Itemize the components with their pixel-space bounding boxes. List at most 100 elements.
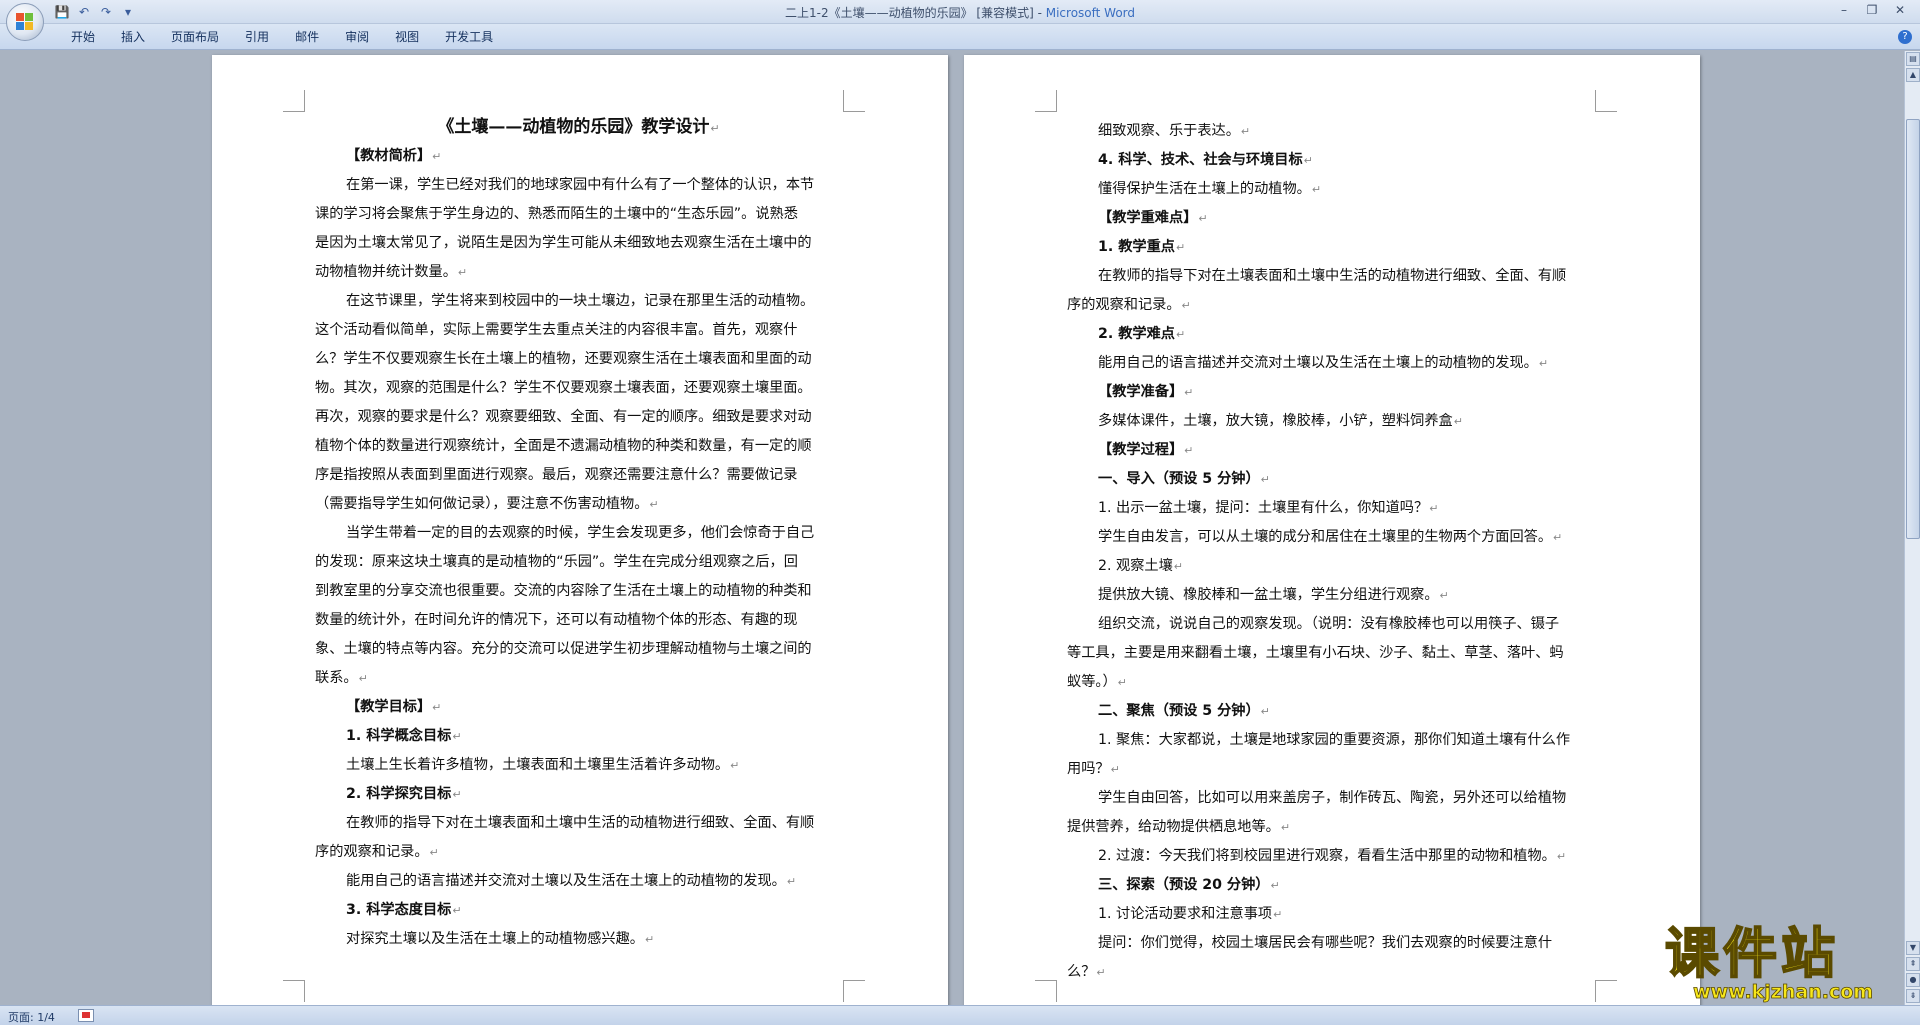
- text-line: 的发现：原来这块土壤真的是动植物的“乐园”。学生在完成分组观察之后，回: [315, 548, 842, 577]
- tab-review[interactable]: 审阅: [332, 29, 382, 45]
- text-line: 动物植物并统计数量。↵: [315, 258, 842, 287]
- line-text: 【教材简析】: [346, 148, 432, 164]
- select-browse-object-icon[interactable]: ●: [1906, 973, 1920, 987]
- paragraph-mark: ↵: [1173, 560, 1184, 573]
- line-text: 等工具，主要是用来翻看土壤，土壤里有小石块、沙子、黏土、草茎、落叶、蚂: [1067, 645, 1564, 661]
- line-text: 提供放大镜、橡胶棒和一盆土壤，学生分组进行观察。: [1098, 587, 1439, 603]
- app-name: Microsoft Word: [1045, 6, 1136, 20]
- text-line: 1. 聚焦：大家都说，土壤是地球家园的重要资源，那你们知道土壤有什么作: [1067, 726, 1594, 755]
- line-text: 3. 科学态度目标: [346, 902, 452, 918]
- text-line: 序的观察和记录。↵: [315, 838, 842, 867]
- ruler-toggle-icon[interactable]: ▤: [1906, 52, 1920, 66]
- paragraph-mark: ↵: [1453, 415, 1463, 428]
- text-line: 在教师的指导下对在土壤表面和土壤中生活的动植物进行细致、全面、有顺: [315, 809, 842, 838]
- line-text: 组织交流，说说自己的观察发现。（说明：没有橡胶棒也可以用筷子、镊子: [1098, 616, 1560, 632]
- tab-references[interactable]: 引用: [232, 29, 282, 45]
- tab-view[interactable]: 视图: [382, 29, 432, 45]
- text-line: 多媒体课件，土壤，放大镜，橡胶棒，小铲，塑料饲养盒↵: [1067, 407, 1594, 436]
- scroll-thumb[interactable]: [1906, 119, 1920, 539]
- paragraph-mark: ↵: [457, 266, 468, 279]
- paragraph-mark: ↵: [1429, 502, 1439, 515]
- text-line: 组织交流，说说自己的观察发现。（说明：没有橡胶棒也可以用筷子、镊子: [1067, 610, 1594, 639]
- line-text: 是因为土壤太常见了，说陌生是因为学生可能从未细致地去观察生活在土壤中的: [315, 235, 812, 251]
- tab-developer[interactable]: 开发工具: [432, 29, 506, 45]
- paragraph-mark: ↵: [1260, 705, 1270, 718]
- paragraph-mark: ↵: [649, 498, 659, 511]
- tab-insert[interactable]: 插入: [108, 29, 158, 45]
- paragraph-mark: ↵: [1096, 966, 1106, 979]
- ribbon-tabs: 开始 插入 页面布局 引用 邮件 审阅 视图 开发工具: [58, 29, 506, 45]
- tab-mailings[interactable]: 邮件: [282, 29, 332, 45]
- next-page-icon[interactable]: ⇟: [1906, 989, 1920, 1003]
- line-text: 当学生带着一定的目的去观察的时候，学生会发现更多，他们会惊奇于自己: [346, 525, 815, 541]
- line-text: 这个活动看似简单，实际上需要学生去重点关注的内容很丰富。首先，观察什: [315, 322, 798, 338]
- line-text: 一、导入（预设 5 分钟）: [1098, 471, 1260, 487]
- line-text: 蚁等。）: [1067, 674, 1117, 690]
- text-line: 二、聚焦（预设 5 分钟）↵: [1067, 697, 1594, 726]
- document-workspace: 《土壤——动植物的乐园》教学设计↵ 【教材简析】↵ 在第一课，学生已经对我们的地球…: [0, 51, 1904, 1005]
- line-text: 到教室里的分享交流也很重要。交流的内容除了生活在土壤上的动植物的种类和: [315, 583, 812, 599]
- vertical-scrollbar[interactable]: ▤ ▲ ▼ ⇞ ● ⇟: [1904, 51, 1920, 1005]
- line-text: 课的学习将会聚焦于学生身边的、熟悉而陌生的土壤中的“生态乐园”。说熟悉: [315, 206, 798, 222]
- tab-home[interactable]: 开始: [58, 29, 108, 45]
- line-text: 再次，观察的要求是什么？观察要细致、全面、有一定的顺序。细致是要求对动: [315, 409, 812, 425]
- document-heading: 《土壤——动植物的乐园》教学设计↵: [315, 112, 842, 142]
- paragraph-mark: ↵: [452, 730, 462, 743]
- help-icon[interactable]: ?: [1898, 30, 1912, 44]
- line-text: 在第一课，学生已经对我们的地球家园中有什么有了一个整体的认识，本节: [346, 177, 815, 193]
- paragraph-mark: ↵: [644, 933, 655, 946]
- maximize-icon[interactable]: ❐: [1858, 0, 1886, 20]
- proofing-icon[interactable]: [78, 1009, 94, 1022]
- line-text: 1. 教学重点: [1098, 239, 1175, 255]
- line-text: 2. 过渡：今天我们将到校园里进行观察，看看生活中那里的动物和植物。: [1098, 848, 1556, 864]
- text-line: 象、土壤的特点等内容。充分的交流可以促进学生初步理解动植物与土壤之间的: [315, 635, 842, 664]
- crop-mark: [283, 90, 305, 112]
- scroll-down-icon[interactable]: ▼: [1906, 941, 1920, 955]
- paragraph-mark: ↵: [1175, 241, 1186, 254]
- text-line: 【教学重难点】↵: [1067, 204, 1594, 233]
- paragraph-mark: ↵: [358, 672, 368, 685]
- paragraph-mark: ↵: [432, 701, 442, 714]
- line-text: 象、土壤的特点等内容。充分的交流可以促进学生初步理解动植物与土壤之间的: [315, 641, 812, 657]
- line-text: 提问：你们觉得，校园土壤居民会有哪些呢？我们去观察的时候要注意什: [1098, 935, 1553, 951]
- paragraph-mark: ↵: [452, 788, 462, 801]
- line-text: 序的观察和记录。: [315, 844, 429, 860]
- document-page-1[interactable]: 《土壤——动植物的乐园》教学设计↵ 【教材简析】↵ 在第一课，学生已经对我们的地球…: [212, 55, 948, 1005]
- crop-mark: [1035, 980, 1057, 1002]
- crop-mark: [1595, 980, 1617, 1002]
- document-page-2[interactable]: 细致观察、乐于表达。↵ 4. 科学、技术、社会与环境目标↵ 懂得保护生活在土壤上的动…: [964, 55, 1700, 1005]
- text-line: 2. 观察土壤↵: [1067, 552, 1594, 581]
- text-line: 序的观察和记录。↵: [1067, 291, 1594, 320]
- line-text: 三、探索（预设 20 分钟）: [1098, 877, 1270, 893]
- line-text: 数量的统计外，在时间允许的情况下，还可以有动植物个体的形态、有趣的现: [315, 612, 798, 628]
- paragraph-mark: ↵: [1184, 444, 1194, 457]
- scroll-up-icon[interactable]: ▲: [1906, 68, 1920, 82]
- paragraph-mark: ↵: [1280, 821, 1291, 834]
- line-text: 对探究土壤以及生活在土壤上的动植物感兴趣。: [346, 931, 644, 947]
- kjzhan-watermark-logo: 课件站 www.kjzhan.com: [1664, 924, 1905, 1004]
- office-button[interactable]: [6, 3, 44, 41]
- paragraph-mark: ↵: [710, 122, 720, 135]
- text-line: 课的学习将会聚焦于学生身边的、熟悉而陌生的土壤中的“生态乐园”。说熟悉: [315, 200, 842, 229]
- close-icon[interactable]: ✕: [1886, 0, 1914, 20]
- crop-mark: [843, 90, 865, 112]
- line-text: 1. 科学概念目标: [346, 728, 452, 744]
- text-line: 4. 科学、技术、社会与环境目标↵: [1067, 146, 1594, 175]
- page-number-status[interactable]: 页面: 1/4: [8, 1009, 55, 1025]
- line-text: 学生自由发言，可以从土壤的成分和居住在土壤里的生物两个方面回答。: [1098, 529, 1553, 545]
- line-text: 土壤上生长着许多植物，土壤表面和土壤里生活着许多动物。: [346, 757, 730, 773]
- paragraph-mark: ↵: [432, 150, 442, 163]
- text-line: 在教师的指导下对在土壤表面和土壤中生活的动植物进行细致、全面、有顺: [1067, 262, 1594, 291]
- text-line: 【教学准备】↵: [1067, 378, 1594, 407]
- paragraph-mark: ↵: [1184, 386, 1194, 399]
- text-line: 到教室里的分享交流也很重要。交流的内容除了生活在土壤上的动植物的种类和: [315, 577, 842, 606]
- line-text: 多媒体课件，土壤，放大镜，橡胶棒，小铲，塑料饲养盒: [1098, 413, 1453, 429]
- previous-page-icon[interactable]: ⇞: [1906, 957, 1920, 971]
- text-line: 3. 科学态度目标↵: [315, 896, 842, 925]
- minimize-icon[interactable]: –: [1830, 0, 1858, 20]
- tab-page-layout[interactable]: 页面布局: [158, 29, 232, 45]
- line-text: 【教学重难点】: [1098, 210, 1198, 226]
- text-line: 2. 教学难点↵: [1067, 320, 1594, 349]
- paragraph-mark: ↵: [730, 759, 740, 772]
- status-bar: 页面: 1/4: [0, 1005, 1920, 1025]
